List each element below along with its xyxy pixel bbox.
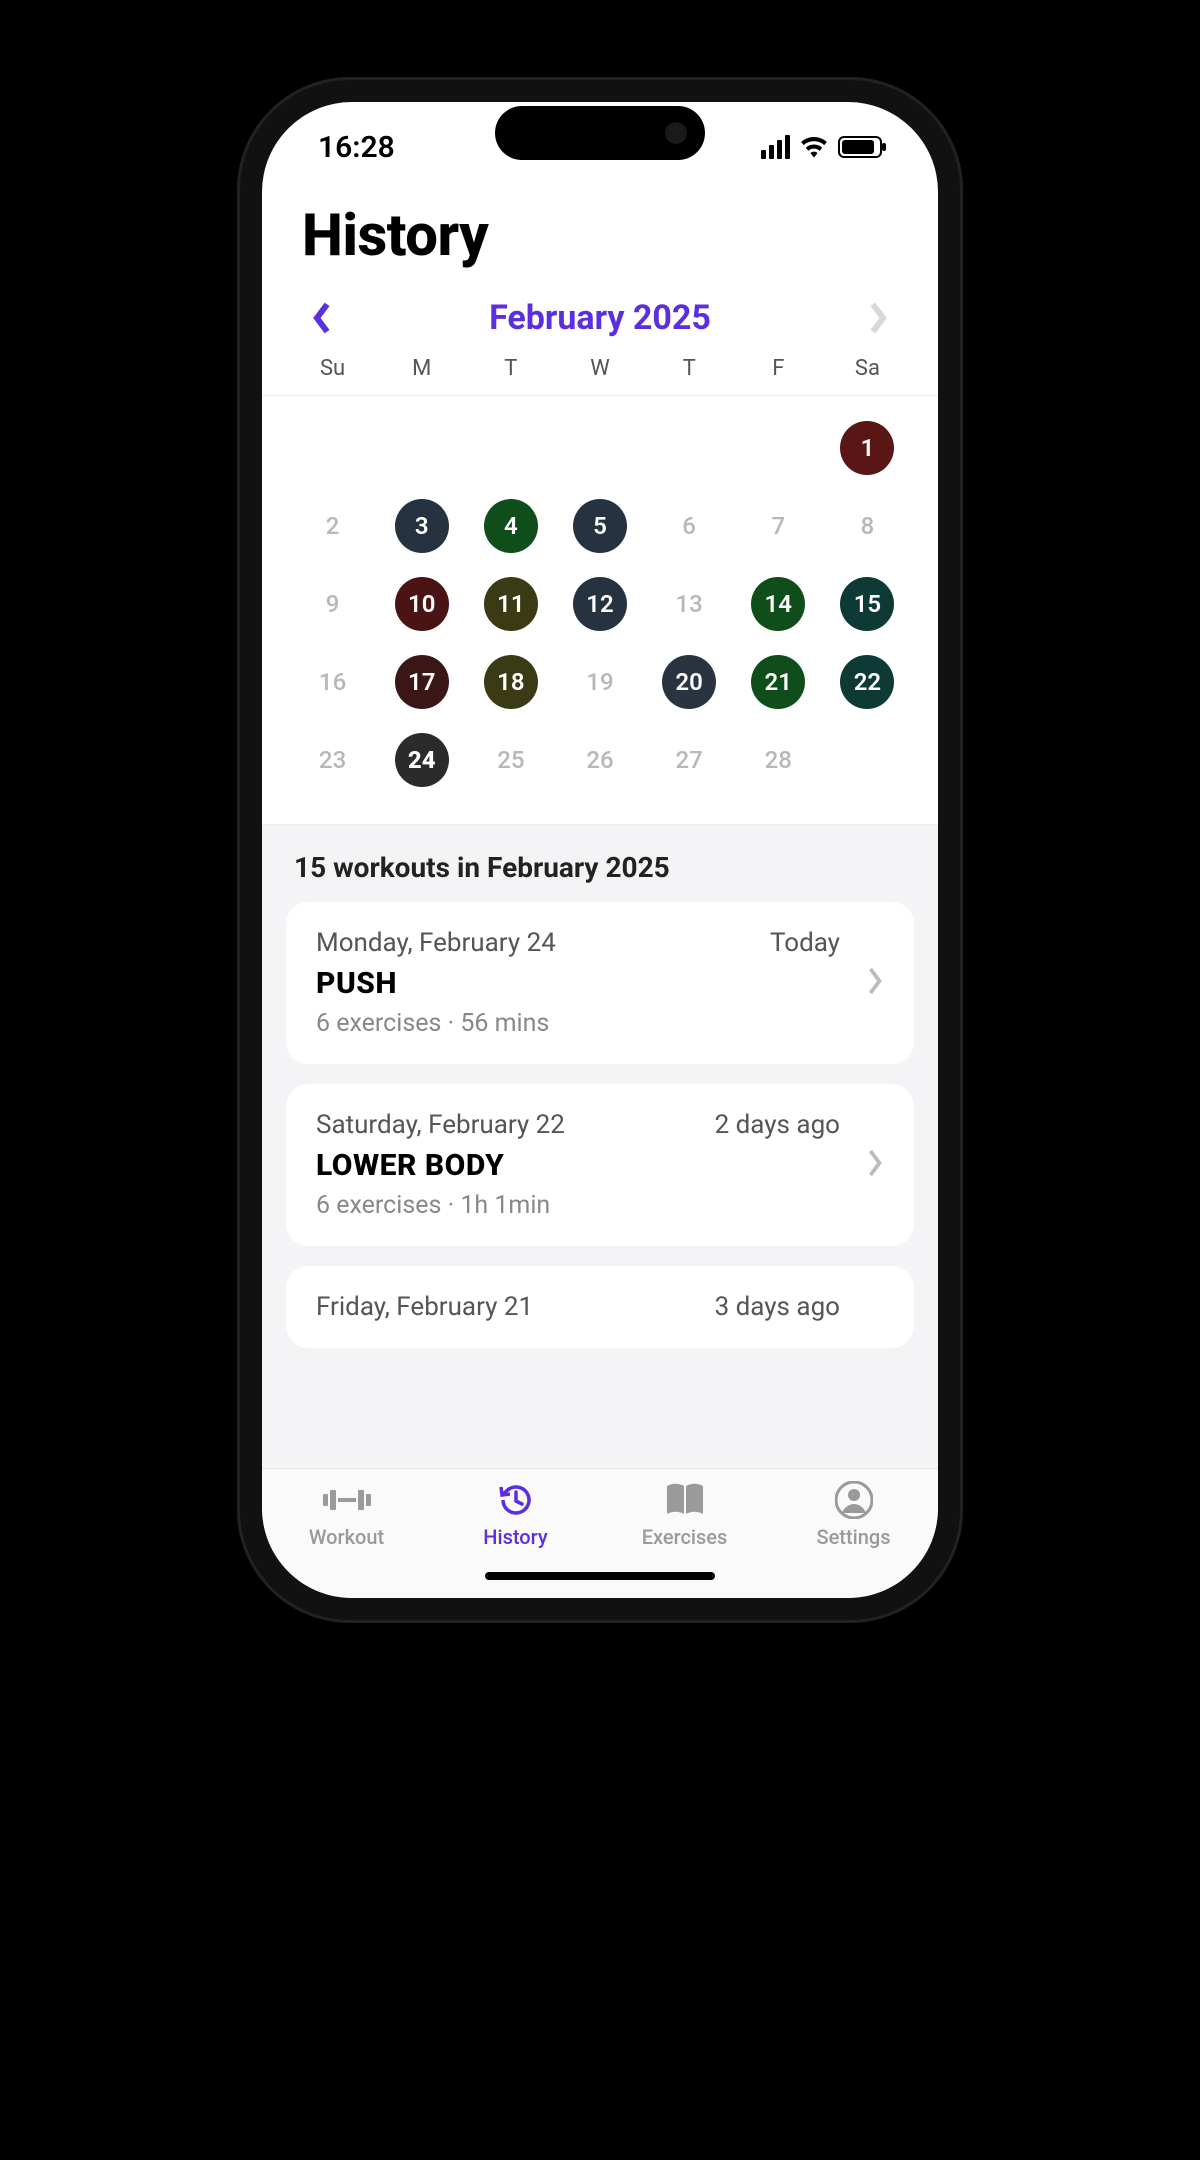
tab-label: Settings [816, 1525, 890, 1549]
weekday-label: Sa [823, 356, 912, 381]
tab-workout[interactable]: Workout [262, 1479, 431, 1598]
calendar-day[interactable]: 28 [734, 730, 823, 790]
chevron-right-icon [866, 1148, 884, 1182]
calendar-day[interactable]: 12 [555, 574, 644, 634]
prev-month-button[interactable] [302, 298, 342, 338]
calendar-day[interactable]: 5 [555, 496, 644, 556]
dumbbell-icon [323, 1479, 371, 1521]
weekday-label: W [555, 356, 644, 381]
workout-list-section: 15 workouts in February 2025 Monday, Feb… [262, 824, 938, 1468]
workout-relative-time: 3 days ago [715, 1292, 840, 1322]
status-icons [761, 135, 882, 159]
chevron-right-icon [866, 966, 884, 1000]
tab-exercises[interactable]: Exercises [600, 1479, 769, 1598]
workout-meta: 6 exercises · 1h 1min [316, 1191, 840, 1220]
calendar-day[interactable]: 15 [823, 574, 912, 634]
calendar-day[interactable]: 10 [377, 574, 466, 634]
screen: 16:28 History February 2025 SuMTWT [262, 102, 938, 1598]
tab-label: Exercises [642, 1525, 728, 1549]
calendar-day[interactable]: 7 [734, 496, 823, 556]
calendar-day[interactable]: 3 [377, 496, 466, 556]
calendar-day[interactable]: 26 [555, 730, 644, 790]
calendar-day[interactable]: 13 [645, 574, 734, 634]
calendar-grid: 1234567891011121314151617181920212223242… [262, 396, 938, 824]
tab-label: History [483, 1525, 547, 1549]
cellular-icon [761, 135, 790, 159]
calendar-nav: February 2025 [262, 298, 938, 348]
page-title: History [262, 192, 938, 298]
home-indicator[interactable] [485, 1572, 715, 1580]
phone-frame: 16:28 History February 2025 SuMTWT [240, 80, 960, 1620]
status-time: 16:28 [318, 130, 395, 165]
book-icon [664, 1479, 706, 1521]
workout-title: LOWER BODY [316, 1148, 840, 1183]
person-icon [835, 1479, 873, 1521]
weekday-header: SuMTWTFSa [262, 348, 938, 396]
calendar-day[interactable]: 4 [466, 496, 555, 556]
next-month-button[interactable] [858, 298, 898, 338]
calendar-day[interactable]: 6 [645, 496, 734, 556]
calendar-day[interactable]: 23 [288, 730, 377, 790]
calendar-day[interactable]: 21 [734, 652, 823, 712]
tab-label: Workout [309, 1525, 384, 1549]
weekday-label: F [734, 356, 823, 381]
workout-relative-time: 2 days ago [715, 1110, 840, 1140]
calendar-day[interactable]: 20 [645, 652, 734, 712]
calendar-day[interactable]: 22 [823, 652, 912, 712]
calendar-day[interactable]: 25 [466, 730, 555, 790]
month-label: February 2025 [489, 298, 711, 338]
list-heading: 15 workouts in February 2025 [286, 851, 914, 902]
workout-card[interactable]: Monday, February 24 Today PUSH 6 exercises … [286, 902, 914, 1064]
tab-settings[interactable]: Settings [769, 1479, 938, 1598]
calendar-day[interactable]: 24 [377, 730, 466, 790]
calendar-day[interactable]: 8 [823, 496, 912, 556]
workout-date: Monday, February 24 [316, 928, 756, 958]
workout-date: Saturday, February 22 [316, 1110, 701, 1140]
calendar-day[interactable]: 1 [823, 418, 912, 478]
calendar-day[interactable]: 14 [734, 574, 823, 634]
calendar-day[interactable]: 17 [377, 652, 466, 712]
workout-relative-time: Today [770, 928, 840, 958]
weekday-label: T [466, 356, 555, 381]
weekday-label: T [645, 356, 734, 381]
tab-history[interactable]: History [431, 1479, 600, 1598]
calendar-day[interactable]: 19 [555, 652, 644, 712]
calendar-day[interactable]: 9 [288, 574, 377, 634]
calendar-day[interactable]: 16 [288, 652, 377, 712]
weekday-label: M [377, 356, 466, 381]
wifi-icon [800, 136, 828, 158]
workout-meta: 6 exercises · 56 mins [316, 1009, 840, 1038]
calendar-day[interactable]: 27 [645, 730, 734, 790]
workout-card[interactable]: Saturday, February 22 2 days ago LOWER BOD… [286, 1084, 914, 1246]
battery-icon [838, 136, 882, 158]
workout-card[interactable]: Friday, February 21 3 days ago [286, 1266, 914, 1348]
calendar-day[interactable]: 11 [466, 574, 555, 634]
weekday-label: Su [288, 356, 377, 381]
calendar-day[interactable]: 18 [466, 652, 555, 712]
workout-date: Friday, February 21 [316, 1292, 701, 1322]
history-icon [496, 1479, 536, 1521]
calendar-day[interactable]: 2 [288, 496, 377, 556]
workout-title: PUSH [316, 966, 840, 1001]
dynamic-island [495, 106, 705, 160]
